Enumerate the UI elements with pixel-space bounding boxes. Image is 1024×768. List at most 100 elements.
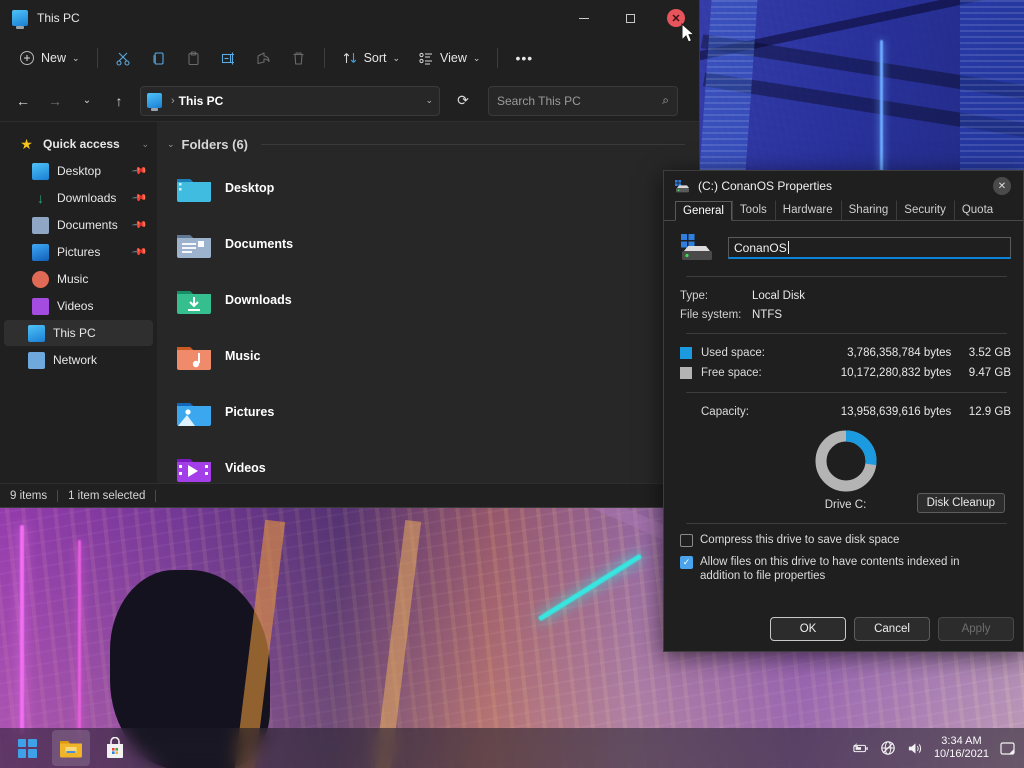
chevron-down-icon[interactable]: ⌄	[425, 95, 433, 106]
store-icon	[107, 737, 123, 758]
breadcrumb[interactable]: › This PC ⌄	[140, 85, 440, 116]
explorer-addressbar[interactable]: ← → ⌄ ↑ › This PC ⌄ ⟳ Search This PC ⌕	[0, 80, 699, 122]
start-button[interactable]	[8, 730, 46, 766]
dialog-titlebar[interactable]: (C:) ConanOS Properties ✕	[664, 171, 1023, 201]
close-icon[interactable]: ✕	[993, 177, 1011, 195]
file-explorer-window[interactable]: This PC ✕ New ⌄ Sort ⌄ View ⌄ ••• ← → ⌄ …	[0, 0, 700, 508]
sidebar-item-quick-access[interactable]: ★ Quick access ⌄	[4, 131, 153, 157]
text-caret	[787, 241, 789, 254]
list-item[interactable]: Music	[165, 328, 437, 384]
windows-logo-icon	[17, 738, 37, 758]
new-button[interactable]: New ⌄	[10, 42, 89, 74]
close-button[interactable]: ✕	[653, 0, 699, 36]
battery-icon[interactable]	[853, 740, 869, 756]
taskbar-apps	[0, 730, 134, 766]
list-item[interactable]: Documents	[165, 216, 437, 272]
sidebar-item-desktop[interactable]: Desktop 📌	[4, 158, 153, 184]
list-item[interactable]: Pictures	[165, 384, 437, 440]
window-controls: ✕	[561, 0, 699, 36]
chevron-down-icon[interactable]: ⌄	[141, 139, 149, 150]
filesystem-value: NTFS	[752, 308, 783, 321]
sidebar-item-pictures[interactable]: Pictures 📌	[4, 239, 153, 265]
compress-checkbox-row[interactable]: Compress this drive to save disk space	[680, 533, 1011, 547]
index-checkbox-row[interactable]: ✓ Allow files on this drive to have cont…	[680, 555, 1011, 583]
item-count-label: 9 items	[10, 489, 48, 502]
star-icon: ★	[20, 135, 33, 152]
window-title: This PC	[37, 11, 80, 25]
back-button[interactable]: ←	[8, 86, 38, 116]
sidebar-item-videos[interactable]: Videos	[4, 293, 153, 319]
paste-button[interactable]	[176, 42, 211, 74]
index-checkbox[interactable]: ✓	[680, 556, 693, 569]
list-item-label: Downloads	[225, 293, 292, 307]
tab-security[interactable]: Security	[896, 200, 954, 220]
refresh-button[interactable]: ⟳	[448, 86, 478, 116]
used-space-swatch	[680, 347, 692, 359]
explorer-titlebar[interactable]: This PC ✕	[0, 0, 699, 36]
pin-icon[interactable]: 📌	[130, 244, 147, 260]
up-button[interactable]: ↑	[104, 86, 134, 116]
sidebar-item-label: Music	[57, 272, 89, 286]
minimize-button[interactable]	[561, 0, 607, 36]
compress-checkbox[interactable]	[680, 534, 693, 547]
pin-icon[interactable]: 📌	[130, 163, 147, 179]
tab-hardware[interactable]: Hardware	[774, 200, 841, 220]
pin-icon[interactable]: 📌	[130, 217, 147, 233]
selection-label: 1 item selected	[68, 489, 146, 502]
navigation-pane[interactable]: ★ Quick access ⌄ Desktop 📌 ↓ Downloads 📌…	[0, 122, 157, 483]
cancel-button[interactable]: Cancel	[854, 617, 930, 641]
chevron-down-icon[interactable]: ⌄	[167, 139, 175, 150]
sidebar-item-downloads[interactable]: ↓ Downloads 📌	[4, 185, 153, 211]
divider-capacity	[686, 392, 1007, 393]
network-icon[interactable]	[880, 740, 896, 756]
tab-general[interactable]: General	[675, 201, 732, 221]
rename-button[interactable]	[211, 42, 246, 74]
compress-checkbox-label: Compress this drive to save disk space	[700, 534, 900, 546]
notification-icon[interactable]	[1000, 740, 1016, 756]
volume-name-field[interactable]: ConanOS	[728, 237, 1011, 259]
sort-button[interactable]: Sort ⌄	[333, 42, 409, 74]
tab-sharing[interactable]: Sharing	[840, 200, 897, 220]
sidebar-item-documents[interactable]: Documents 📌	[4, 212, 153, 238]
used-space-gb: 3.52 GB	[968, 347, 1011, 359]
file-list-view[interactable]: ⌄ Folders (6) Desktop Documents Download…	[157, 122, 699, 483]
delete-button[interactable]	[281, 42, 316, 74]
dialog-tabs[interactable]: General Tools Hardware Sharing Security …	[664, 200, 1023, 221]
taskbar-microsoft-store[interactable]	[96, 730, 134, 766]
apply-button[interactable]: Apply	[938, 617, 1014, 641]
free-space-row: Free space: 10,172,280,832 bytes 9.47 GB	[680, 363, 1011, 383]
group-header-folders[interactable]: ⌄ Folders (6)	[157, 132, 699, 156]
view-button[interactable]: View ⌄	[409, 42, 489, 74]
explorer-body: ★ Quick access ⌄ Desktop 📌 ↓ Downloads 📌…	[0, 122, 699, 483]
clock[interactable]: 3:34 AM 10/16/2021	[934, 735, 989, 761]
recent-locations-button[interactable]: ⌄	[72, 86, 102, 116]
share-button[interactable]	[246, 42, 281, 74]
cut-button[interactable]	[106, 42, 141, 74]
drive-properties-dialog[interactable]: (C:) ConanOS Properties ✕ General Tools …	[663, 170, 1024, 652]
ok-button[interactable]: OK	[770, 617, 846, 641]
forward-button[interactable]: →	[40, 86, 70, 116]
list-item[interactable]: Videos	[165, 440, 437, 483]
tab-tools[interactable]: Tools	[731, 200, 775, 220]
more-options-button[interactable]: •••	[506, 42, 542, 74]
sidebar-item-this-pc[interactable]: This PC	[4, 320, 153, 346]
tab-quota[interactable]: Quota	[953, 200, 1001, 220]
copy-button[interactable]	[141, 42, 176, 74]
search-input[interactable]: Search This PC ⌕	[488, 85, 678, 116]
volume-icon[interactable]	[907, 740, 923, 756]
paste-icon	[188, 50, 199, 65]
list-item[interactable]: Desktop	[165, 160, 437, 216]
list-item-label: Pictures	[225, 405, 275, 419]
pin-icon[interactable]: 📌	[130, 190, 147, 206]
sidebar-item-network[interactable]: Network	[4, 347, 153, 373]
sidebar-item-music[interactable]: Music	[4, 266, 153, 292]
taskbar[interactable]: 3:34 AM 10/16/2021	[0, 728, 1024, 768]
explorer-toolbar[interactable]: New ⌄ Sort ⌄ View ⌄ •••	[0, 36, 699, 80]
volume-name-row: ConanOS	[680, 234, 1011, 262]
list-item[interactable]: Downloads	[165, 272, 437, 328]
taskbar-file-explorer[interactable]	[52, 730, 90, 766]
maximize-button[interactable]	[607, 0, 653, 36]
dialog-buttons: OK Cancel Apply	[770, 617, 1014, 641]
disk-cleanup-button[interactable]: Disk Cleanup	[916, 493, 1005, 513]
capacity-donut-chart: Drive C: Disk Cleanup	[680, 428, 1011, 513]
